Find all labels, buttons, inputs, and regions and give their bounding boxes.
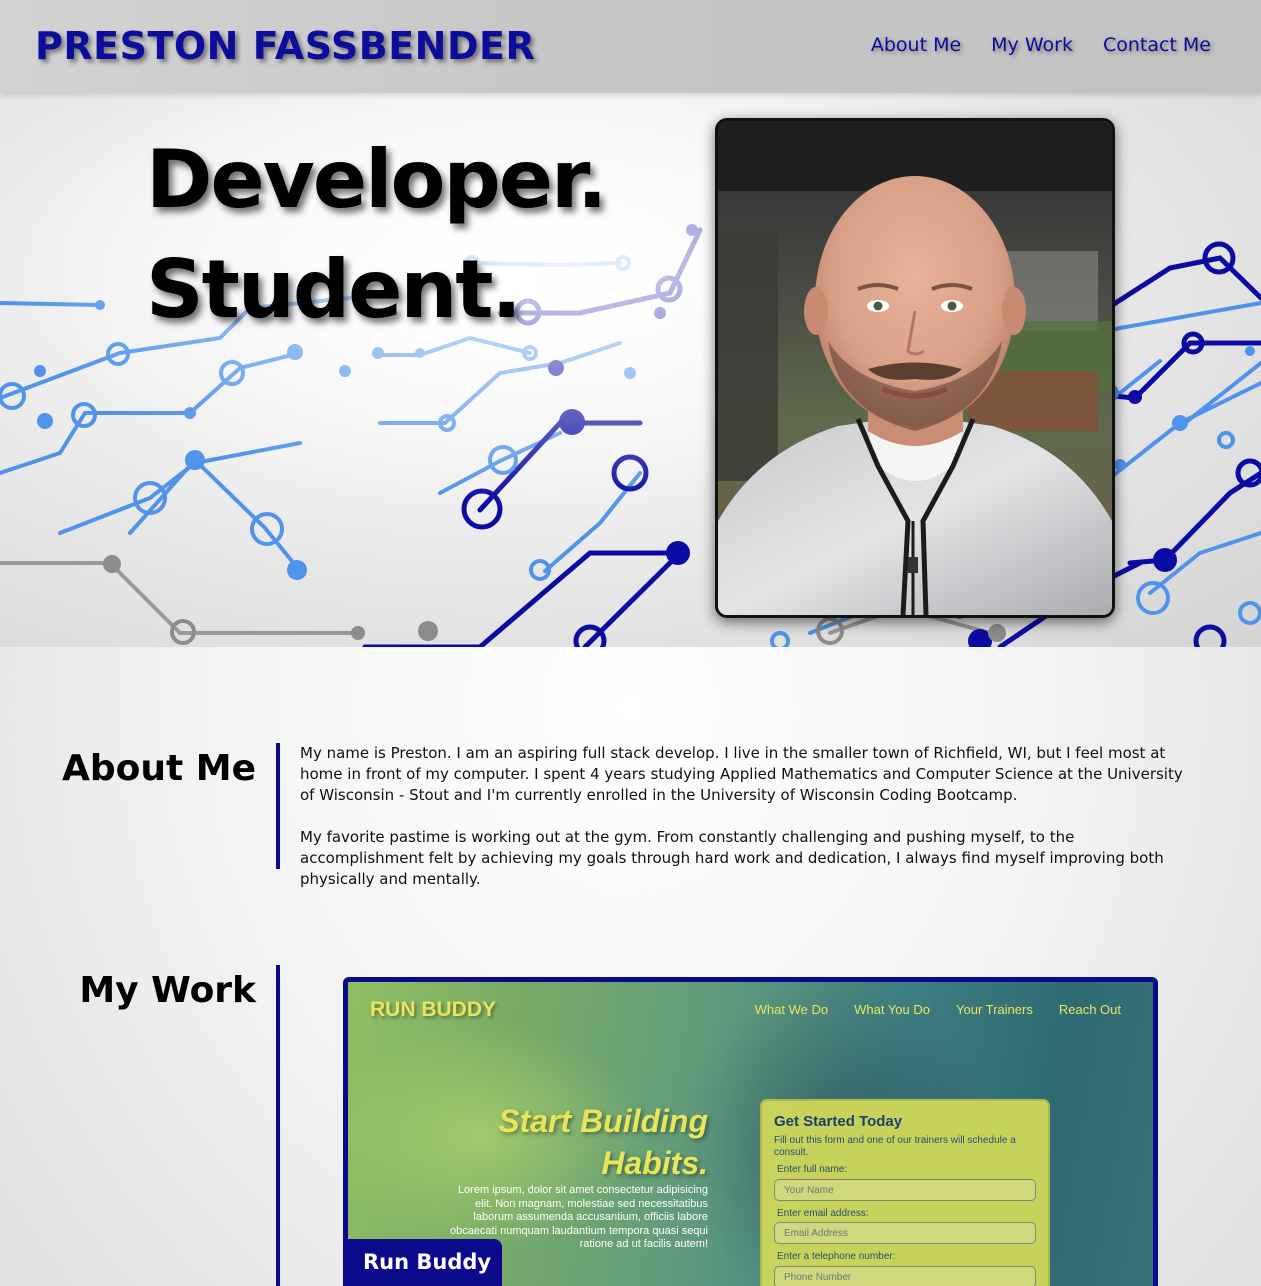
hero-headline-student: Student. xyxy=(146,243,522,336)
nav-contact-me[interactable]: Contact Me xyxy=(1103,34,1211,56)
preview-hero-title: Start Building Habits. xyxy=(498,1103,708,1181)
hero-banner: Developer. Student. xyxy=(0,93,1261,647)
preview-form-input: Phone Number xyxy=(774,1266,1036,1286)
preview-form-label: Enter email address: xyxy=(777,1208,869,1219)
project-label-badge[interactable]: Run Buddy xyxy=(348,1239,502,1286)
preview-form-subtitle: Fill out this form and one of our traine… xyxy=(774,1135,1016,1158)
my-work-heading: My Work xyxy=(79,970,256,1011)
about-paragraph-2: My favorite pastime is working out at th… xyxy=(300,828,1164,888)
preview-form-label: Enter full name: xyxy=(777,1164,848,1175)
about-paragraph-1: My name is Preston. I am an aspiring ful… xyxy=(300,744,1183,804)
preview-logo: RUN BUDDY xyxy=(370,998,496,1021)
about-me-heading: About Me xyxy=(62,748,256,789)
work-divider xyxy=(276,965,280,1286)
preview-nav: What We Do What You Do Your Trainers Rea… xyxy=(755,1002,1121,1017)
about-divider xyxy=(276,743,280,869)
site-header: PRESTON FASSBENDER About Me My Work Cont… xyxy=(0,0,1261,93)
preview-nav-item: What We Do xyxy=(754,1002,829,1017)
profile-photo-illustration xyxy=(718,121,1112,615)
project-card-run-buddy[interactable]: RUN BUDDY What We Do What You Do Your Tr… xyxy=(343,977,1158,1286)
preview-signup-form: Get Started Today Fill out this form and… xyxy=(760,1099,1050,1286)
preview-form-input: Your Name xyxy=(774,1179,1036,1201)
hero-headline-developer: Developer. xyxy=(146,133,607,226)
preview-form-title: Get Started Today xyxy=(774,1113,903,1130)
profile-photo xyxy=(715,118,1115,618)
preview-nav-item: Your Trainers xyxy=(956,1002,1033,1017)
preview-nav-item: Reach Out xyxy=(1058,1002,1121,1017)
about-me-text: My name is Preston. I am an aspiring ful… xyxy=(300,743,1200,890)
preview-form-input: Email Address xyxy=(774,1222,1036,1244)
main-nav: About Me My Work Contact Me xyxy=(871,34,1211,56)
preview-nav-item: What You Do xyxy=(854,1002,930,1017)
preview-form-label: Enter a telephone number: xyxy=(777,1251,896,1262)
nav-about-me[interactable]: About Me xyxy=(871,34,961,56)
nav-my-work[interactable]: My Work xyxy=(991,34,1073,56)
brand-logo[interactable]: PRESTON FASSBENDER xyxy=(35,24,535,68)
